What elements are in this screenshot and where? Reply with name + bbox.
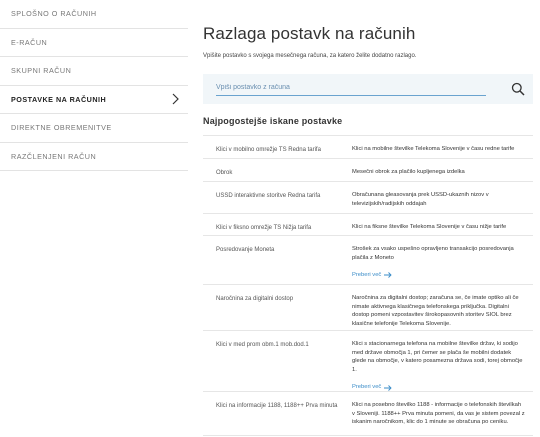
page-subtitle: Vpišite postavko s svojega mesečnega rač… <box>203 53 417 59</box>
sidebar-item-label: E-RAČUN <box>11 37 48 47</box>
item-description: Obračunana gleasovanja prek USSD-ukaznih… <box>352 192 489 207</box>
page-title: Razlaga postavk na računih <box>203 24 416 43</box>
items-table: Klici v mobilno omrežje TS Redna tarifa … <box>203 135 533 436</box>
main-content: Razlaga postavk na računih Vpišite posta… <box>203 0 533 436</box>
sidebar-item-splosno[interactable]: SPLOŠNO O RAČUNIH <box>0 0 188 29</box>
item-description: Klici s stacionarnega telefona na mobiln… <box>346 331 533 391</box>
item-description: Mesečni obrok za plačilo kupljenega izde… <box>352 169 465 175</box>
sidebar-item-label: RAZČLENJENI RAČUN <box>11 151 97 161</box>
table-row: Klici v fiksno omrežje TS Nižja tarifa K… <box>203 214 533 236</box>
table-row: Naročnina za digitalni dostop Naročnina … <box>203 285 533 331</box>
sidebar-item-label: POSTAVKE NA RAČUNIH <box>11 94 107 104</box>
sidebar-item-label: SPLOŠNO O RAČUNIH <box>11 9 97 19</box>
read-more-link[interactable]: Preberi več <box>352 383 392 392</box>
sidebar-item-direktne-obremenitve[interactable]: DIREKTNE OBREMENITVE <box>0 114 188 143</box>
search-icon[interactable] <box>511 82 525 96</box>
arrow-right-icon <box>384 272 392 279</box>
item-name: Obrok <box>216 170 233 176</box>
item-description: Naročnina za digitalni dostop; zaračuna … <box>352 295 519 327</box>
sidebar-item-skupni-racun[interactable]: SKUPNI RAČUN <box>0 57 188 86</box>
item-name: Klici v mobilno omrežje TS Redna tarifa <box>216 147 321 153</box>
item-name: Klici na informacije 1188, 1188++ Prva m… <box>216 403 338 409</box>
read-more-label: Preberi več <box>352 272 382 279</box>
read-more-link[interactable]: Preberi več <box>352 271 392 280</box>
item-name: Klici v fiksno omrežje TS Nižja tarifa <box>216 225 312 231</box>
sidebar: SPLOŠNO O RAČUNIH E-RAČUN SKUPNI RAČUN P… <box>0 0 188 171</box>
arrow-right-icon <box>384 384 392 391</box>
section-title: Najpogostejše iskane postavke <box>203 116 343 126</box>
item-name: Klici v med prom obm.1 mob.dod.1 <box>216 342 309 348</box>
sidebar-item-label: DIREKTNE OBREMENITVE <box>11 123 112 133</box>
item-description: Strošek za vsako uspešno opravljeno tran… <box>346 236 533 284</box>
item-description: Klici na fiksne številke Telekoma Sloven… <box>352 224 507 230</box>
table-row: Posredovanje Moneta Strošek za vsako usp… <box>203 236 533 285</box>
item-name: Naročnina za digitalni dostop <box>216 296 294 302</box>
item-description-text: Klici s stacionarnega telefona na mobiln… <box>352 341 523 373</box>
table-row: Klici v med prom obm.1 mob.dod.1 Klici s… <box>203 331 533 392</box>
item-description-text: Strošek za vsako uspešno opravljeno tran… <box>352 246 514 261</box>
table-row: Klici v mobilno omrežje TS Redna tarifa … <box>203 136 533 159</box>
table-row: Klici na informacije 1188, 1188++ Prva m… <box>203 392 533 436</box>
item-description: Klici na mobilne številke Telekoma Slove… <box>352 146 515 152</box>
sidebar-item-razclenjeni-racun[interactable]: RAZČLENJENI RAČUN <box>0 143 188 171</box>
sidebar-item-label: SKUPNI RAČUN <box>11 66 72 76</box>
read-more-label: Preberi več <box>352 384 382 391</box>
item-description: Klici na posebno številko 1188 - informa… <box>352 402 525 426</box>
sidebar-item-postavke[interactable]: POSTAVKE NA RAČUNIH <box>0 85 188 114</box>
search-input[interactable] <box>216 82 486 96</box>
item-name: USSD interaktivne storitve Redna tarifa <box>216 193 321 199</box>
table-row: USSD interaktivne storitve Redna tarifa … <box>203 182 533 214</box>
item-name: Posredovanje Moneta <box>216 247 275 253</box>
sidebar-item-e-racun[interactable]: E-RAČUN <box>0 29 188 57</box>
search-box <box>203 74 533 104</box>
chevron-right-icon <box>172 93 179 105</box>
table-row: Obrok Mesečni obrok za plačilo kupljeneg… <box>203 159 533 182</box>
